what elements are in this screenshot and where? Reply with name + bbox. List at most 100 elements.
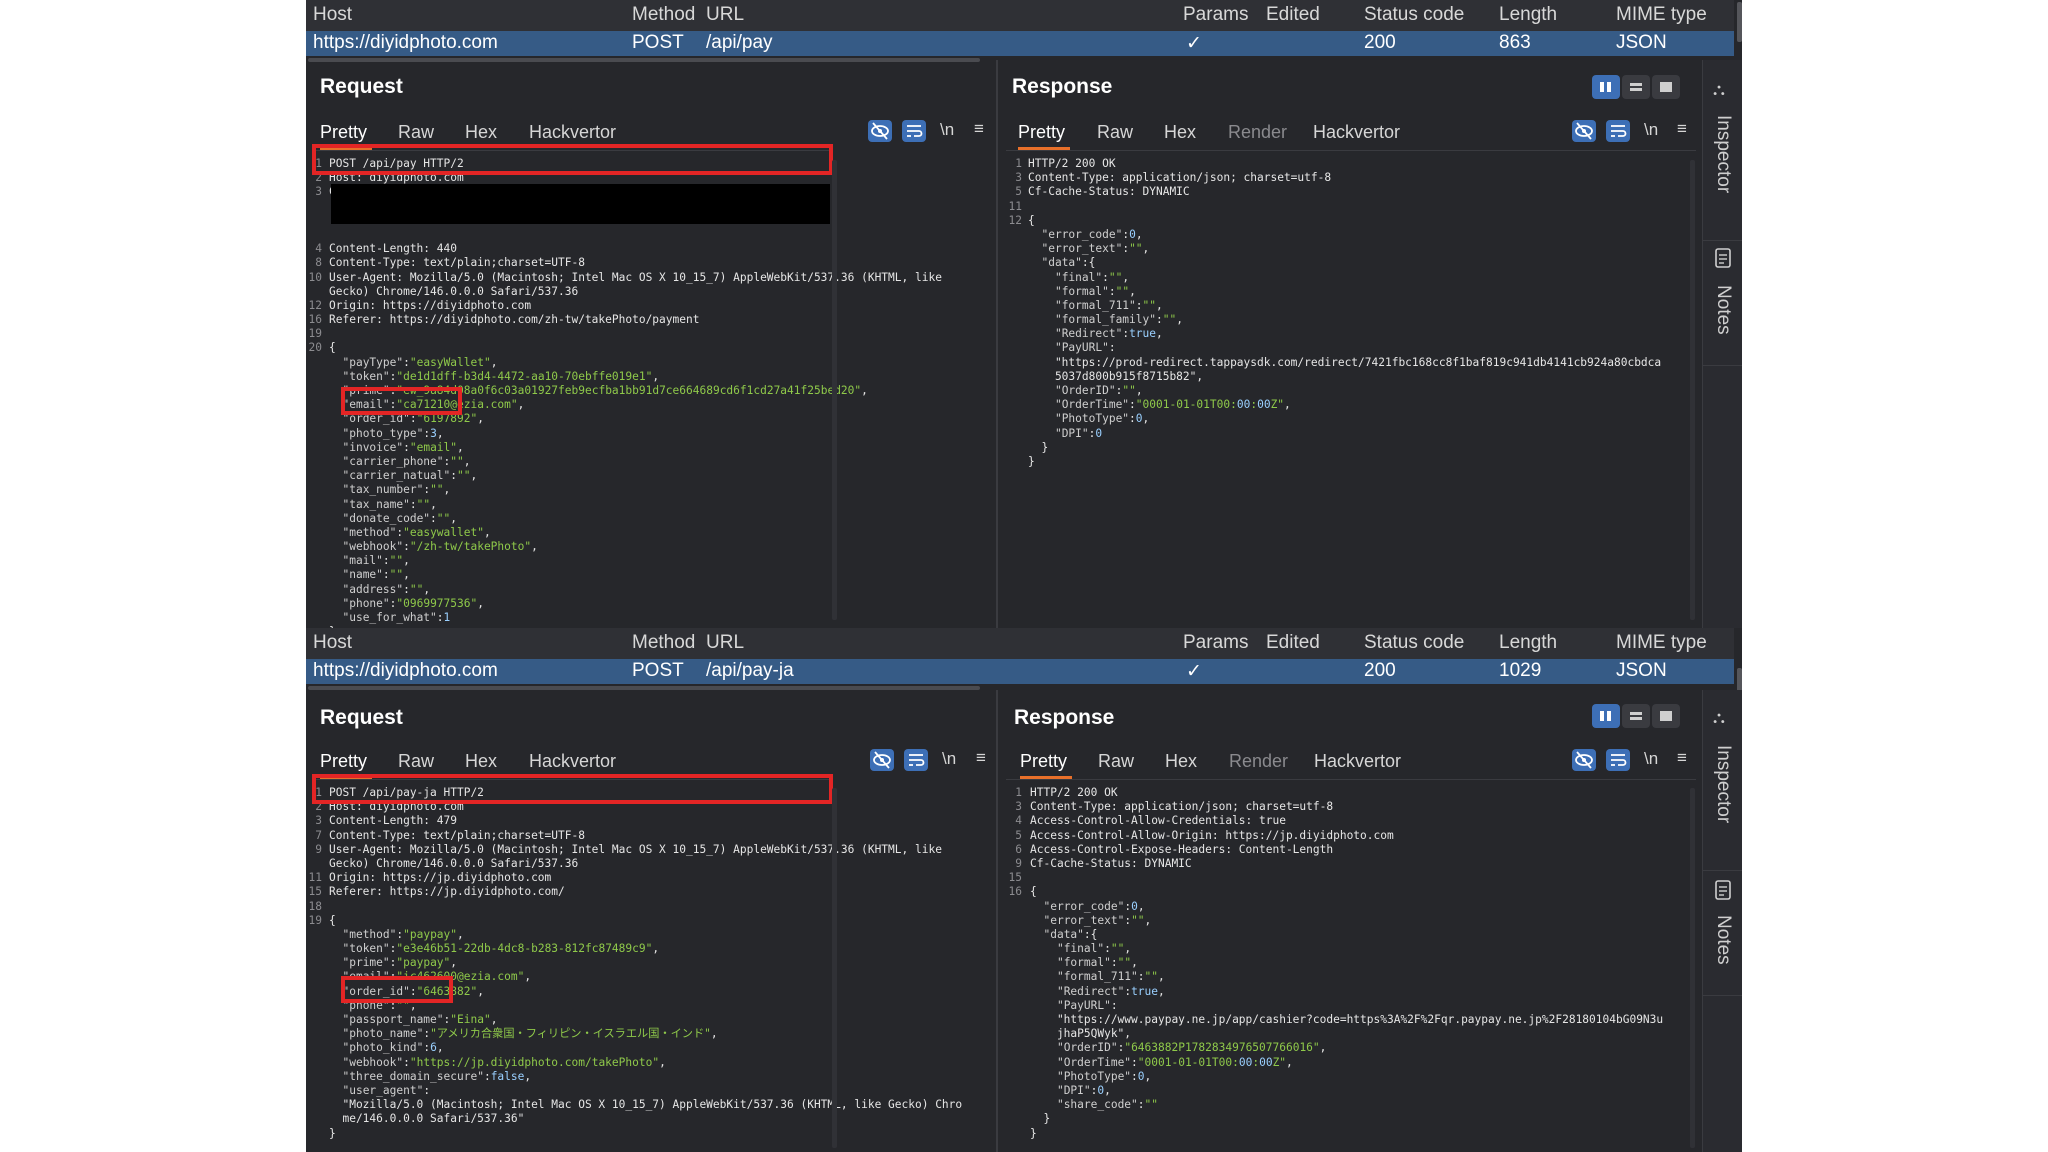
tab-hex[interactable]: Hex [1164, 122, 1196, 143]
newline-toggle[interactable]: \n [1644, 749, 1658, 769]
line-number [1006, 271, 1022, 285]
code-line: "prime":"paypay", [342, 956, 458, 970]
tab-hackvertor[interactable]: Hackvertor [529, 122, 616, 143]
tab-raw[interactable]: Raw [398, 122, 434, 143]
hide-nonprintable-icon[interactable] [1572, 120, 1596, 142]
col-method[interactable]: Method [632, 4, 695, 26]
code-line: Content-Type: text/plain;charset=UTF-8 [329, 256, 585, 270]
col-host[interactable]: Host [313, 4, 352, 26]
inspector-tab[interactable]: Inspector [1712, 745, 1734, 823]
inspector-icon[interactable]: ⛬ [1713, 708, 1725, 728]
tab-pretty[interactable]: Pretty [320, 751, 367, 772]
response-scrollbar[interactable] [1690, 788, 1695, 1148]
notes-icon[interactable] [1714, 880, 1732, 905]
hide-nonprintable-icon[interactable] [868, 120, 892, 142]
code-line: "Redirect":true, [1054, 327, 1163, 341]
table-horizontal-scrollbar[interactable] [308, 58, 980, 62]
code-line: "formal":"", [1056, 956, 1138, 970]
response-tabs: Pretty Raw Hex Render Hackvertor [1020, 751, 1470, 775]
tab-hex[interactable]: Hex [1165, 751, 1197, 772]
newline-toggle[interactable]: \n [940, 120, 954, 140]
table-horizontal-scrollbar[interactable] [308, 686, 980, 690]
line-number: 7 [315, 828, 322, 842]
request-scrollbar[interactable] [832, 788, 837, 1148]
request-menu-icon[interactable]: ≡ [976, 748, 986, 768]
inspector-tab[interactable]: Inspector [1712, 115, 1734, 193]
notes-tab[interactable]: Notes [1712, 915, 1734, 965]
col-params[interactable]: Params [1183, 4, 1248, 26]
col-edited[interactable]: Edited [1266, 4, 1320, 26]
tab-hackvertor[interactable]: Hackvertor [1313, 122, 1400, 143]
wrap-lines-icon[interactable] [1606, 120, 1630, 142]
hide-nonprintable-icon[interactable] [1572, 749, 1596, 771]
hide-nonprintable-icon[interactable] [870, 749, 894, 771]
col-url[interactable]: URL [706, 4, 744, 26]
response-body[interactable]: HTTP/2 200 OK Content-Type: application/j… [1028, 157, 1661, 469]
code-line: "token":"e3e46b51-22db-4dc8-b283-812fc87… [342, 942, 660, 956]
layout-tabs-icon[interactable] [1652, 704, 1680, 728]
tab-render[interactable]: Render [1228, 122, 1287, 143]
table-row[interactable]: https://diyidphoto.com POST /api/pay ✓ 2… [306, 31, 1734, 56]
inspector-icon[interactable]: ⛬ [1713, 80, 1725, 100]
tab-render[interactable]: Render [1229, 751, 1288, 772]
tab-hex[interactable]: Hex [465, 122, 497, 143]
table-row[interactable]: https://diyidphoto.com POST /api/pay-ja … [306, 659, 1734, 684]
col-length[interactable]: Length [1499, 632, 1557, 654]
newline-toggle[interactable]: \n [1644, 120, 1658, 140]
code-line: "OrderID":"6463882P1782834976507766016", [1056, 1041, 1327, 1055]
layout-split-horizontal-icon[interactable] [1592, 75, 1620, 99]
request-body[interactable]: POST /api/pay-ja HTTP/2 Host: diyidphoto.… [329, 786, 962, 1141]
col-host[interactable]: Host [313, 632, 352, 654]
col-status-code[interactable]: Status code [1364, 4, 1464, 26]
code-line: "method":"paypay", [342, 927, 464, 941]
response-body[interactable]: HTTP/2 200 OK Content-Type: application/j… [1030, 786, 1663, 1141]
row-method: POST [632, 32, 684, 53]
tab-hackvertor[interactable]: Hackvertor [1314, 751, 1401, 772]
col-edited[interactable]: Edited [1266, 632, 1320, 654]
wrap-lines-icon[interactable] [1606, 749, 1630, 771]
tab-pretty[interactable]: Pretty [1020, 751, 1067, 772]
layout-split-vertical-icon[interactable] [1622, 704, 1650, 728]
col-length[interactable]: Length [1499, 4, 1557, 26]
code-line: "user_agent": [342, 1083, 431, 1097]
line-number: 3 [315, 814, 322, 828]
notes-icon[interactable] [1714, 248, 1732, 273]
col-url[interactable]: URL [706, 632, 744, 654]
line-number [306, 1098, 322, 1112]
tab-hex[interactable]: Hex [465, 751, 497, 772]
row-method: POST [632, 660, 684, 681]
col-mime-type[interactable]: MIME type [1616, 4, 1707, 26]
code-line: "mail":"", [342, 554, 410, 568]
request-scrollbar[interactable] [832, 160, 837, 620]
line-number: 12 [1008, 213, 1022, 227]
col-params[interactable]: Params [1183, 632, 1248, 654]
request-menu-icon[interactable]: ≡ [974, 119, 984, 139]
code-line: Content-Length: 440 [329, 242, 457, 256]
tab-raw[interactable]: Raw [1098, 751, 1134, 772]
response-menu-icon[interactable]: ≡ [1677, 748, 1687, 768]
tab-raw[interactable]: Raw [398, 751, 434, 772]
code-line: "https://prod-redirect.tappaysdk.com/red… [1028, 355, 1662, 369]
wrap-lines-icon[interactable] [902, 120, 926, 142]
col-mime-type[interactable]: MIME type [1616, 632, 1707, 654]
wrap-lines-icon[interactable] [904, 749, 928, 771]
col-status-code[interactable]: Status code [1364, 632, 1464, 654]
notes-tab[interactable]: Notes [1712, 285, 1734, 335]
newline-toggle[interactable]: \n [942, 749, 956, 769]
table-vertical-scrollbar[interactable] [1737, 2, 1742, 42]
layout-tabs-icon[interactable] [1652, 75, 1680, 99]
line-number: 12 [308, 298, 322, 312]
col-method[interactable]: Method [632, 632, 695, 654]
line-number [1006, 942, 1022, 956]
response-line-numbers: 1 3 4 5 6 9 15 16 [1006, 786, 1022, 1112]
line-number [306, 214, 322, 228]
response-menu-icon[interactable]: ≡ [1677, 119, 1687, 139]
code-line: { [1028, 213, 1035, 227]
layout-split-vertical-icon[interactable] [1622, 75, 1650, 99]
tab-hackvertor[interactable]: Hackvertor [529, 751, 616, 772]
layout-split-horizontal-icon[interactable] [1592, 704, 1620, 728]
tab-pretty[interactable]: Pretty [320, 122, 367, 143]
tab-pretty[interactable]: Pretty [1018, 122, 1065, 143]
tab-raw[interactable]: Raw [1097, 122, 1133, 143]
response-scrollbar[interactable] [1690, 160, 1695, 620]
